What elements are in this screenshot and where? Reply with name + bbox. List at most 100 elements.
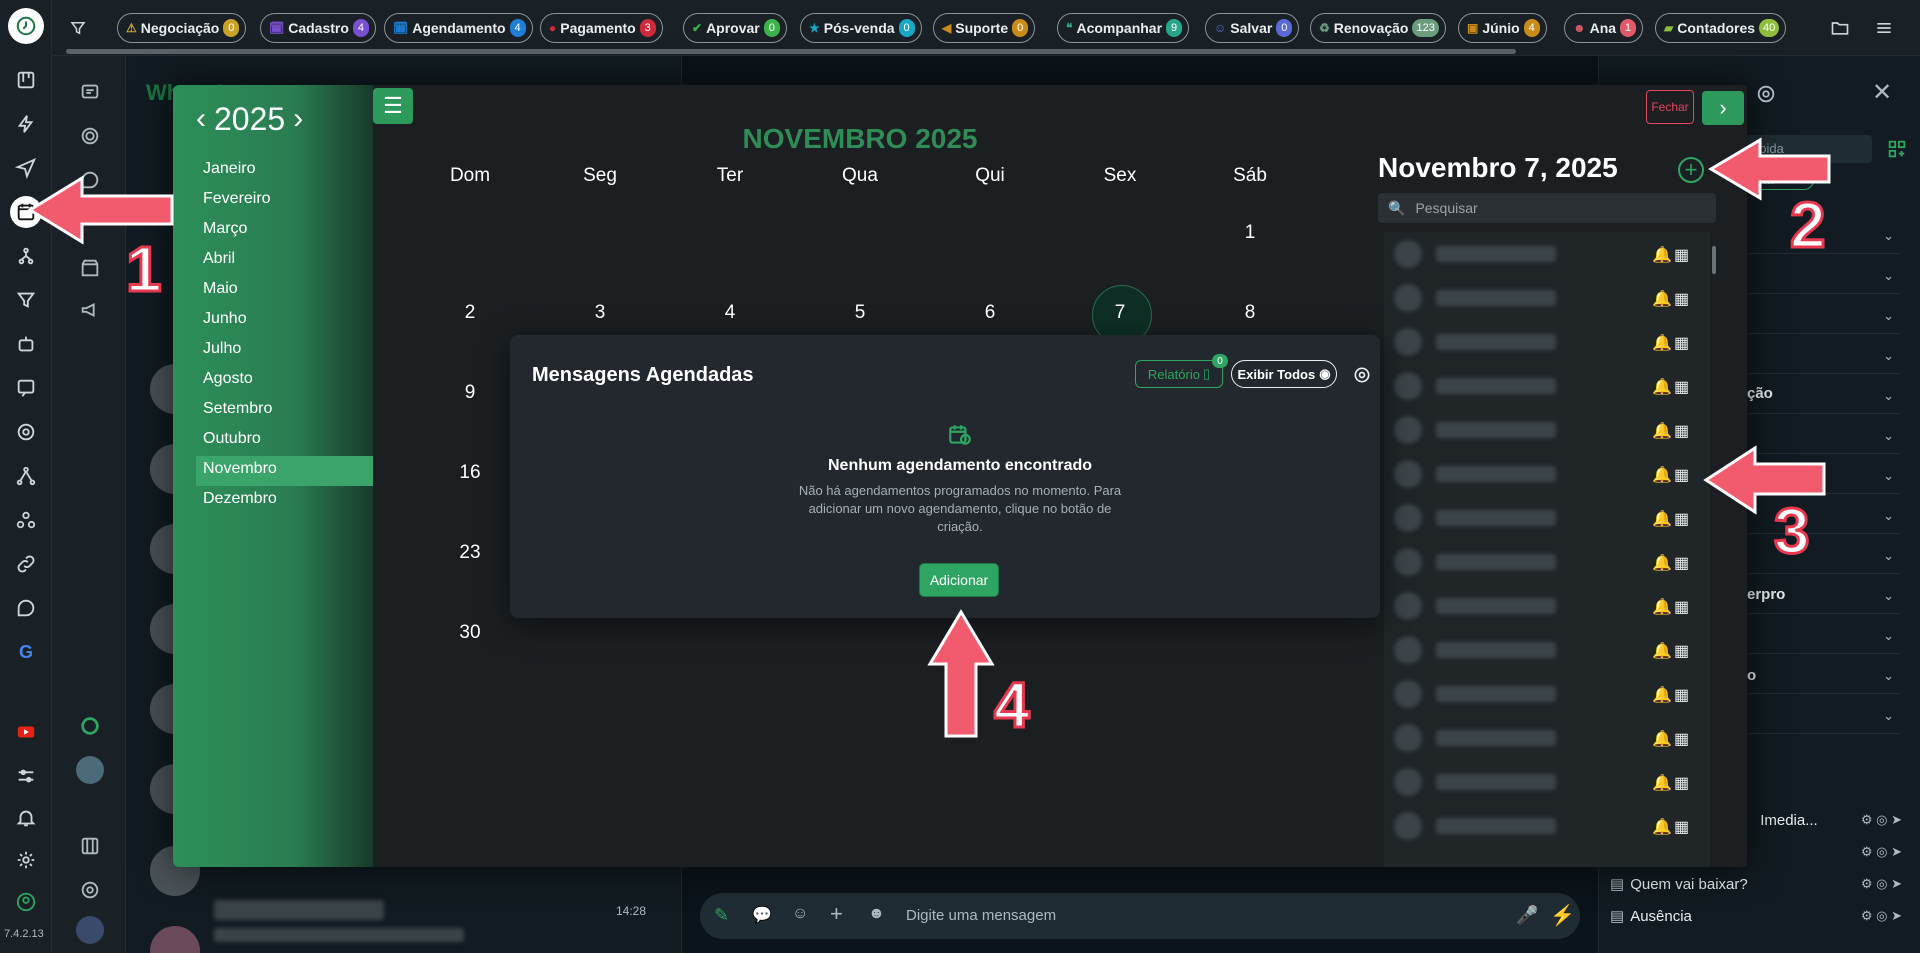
bell-icon[interactable]: 🔔 [1652,597,1672,617]
calendar-day[interactable]: 3 [570,302,630,324]
calendar-icon[interactable]: ▦ [1674,333,1689,353]
bell-icon[interactable]: 🔔 [1652,333,1672,353]
bell-icon[interactable]: 🔔 [1652,421,1672,441]
filter-icon[interactable] [66,14,90,42]
quick-reply-item[interactable]: ▤ Ausência ⚙ ◎ ➤ [1610,902,1910,930]
message-icon[interactable] [10,372,42,404]
webhook-icon[interactable] [10,504,42,536]
calendar-icon[interactable]: ▦ [1674,509,1689,529]
bell-icon[interactable]: 🔔 [1652,377,1672,397]
month-item[interactable]: Janeiro [203,160,255,178]
chevron-down-icon[interactable]: ⌄ [1883,268,1894,284]
chevron-down-icon[interactable]: ⌄ [1883,468,1894,484]
chevron-down-icon[interactable]: ⌄ [1883,228,1894,244]
contact-icon[interactable]: ☺ [792,905,808,923]
tag-5[interactable]: ★ Pós-venda 0 [800,13,922,43]
calendar-day[interactable]: 4 [700,302,760,324]
list-item[interactable]: 🔔 ▦ [1384,628,1710,672]
calendar-day[interactable]: 2 [440,302,500,324]
tag-12[interactable]: ▰ Contadores 40 [1655,13,1787,43]
chat-search-icon[interactable] [10,592,42,624]
settings-icon[interactable] [76,876,104,904]
calendar-day[interactable]: 16 [440,462,500,484]
tag-0[interactable]: ⚠ Negociação 0 [117,13,247,43]
add-button[interactable]: Adicionar [920,564,998,596]
close-button[interactable]: Fechar [1646,90,1694,124]
calendar-icon[interactable]: ▦ [1674,421,1689,441]
tag-10[interactable]: ▣ Júnio 4 [1458,13,1547,43]
profile-avatar[interactable] [76,916,104,944]
calendar-icon[interactable]: ▦ [1674,553,1689,573]
sticker-icon[interactable]: ☻ [868,905,885,923]
tag-1[interactable]: 🗓 Cadastro 4 [260,13,376,43]
list-item[interactable]: 🔔 ▦ [1384,364,1710,408]
calendar-icon[interactable]: ▦ [1674,377,1689,397]
sliders-icon[interactable] [10,760,42,792]
google-icon[interactable]: G [10,636,42,668]
action-icons[interactable]: ⚙ ◎ ➤ [1861,844,1902,860]
calendar-day[interactable]: 9 [440,382,500,404]
list-item[interactable]: 🔔 ▦ [1384,804,1710,848]
tag-7[interactable]: ❝ Acompanhar 9 [1057,13,1190,43]
tag-scrollbar[interactable] [66,49,1516,54]
chevron-down-icon[interactable]: ⌄ [1883,708,1894,724]
youtube-icon[interactable] [10,716,42,748]
bell-icon[interactable]: 🔔 [1652,245,1672,265]
list-item[interactable]: 🔔 ▦ [1384,584,1710,628]
calendar-icon[interactable]: ▦ [1674,245,1689,265]
calendar-icon[interactable]: ▦ [1674,685,1689,705]
gear-icon[interactable] [1752,80,1780,108]
calendar-day[interactable]: 8 [1220,302,1280,324]
month-item[interactable]: Agosto [203,370,253,388]
filter-icon[interactable] [10,284,42,316]
tag-11[interactable]: ☻ Ana 1 [1564,13,1644,43]
grid-add-icon[interactable] [1884,136,1910,162]
action-icons[interactable]: ⚙ ◎ ➤ [1861,908,1902,924]
list-item[interactable]: 🔔 ▦ [1384,232,1710,276]
chevron-down-icon[interactable]: ⌄ [1883,348,1894,364]
bell-icon[interactable] [10,802,42,834]
bell-icon[interactable]: 🔔 [1652,641,1672,661]
chevron-down-icon[interactable]: ⌄ [1883,628,1894,644]
show-all-button[interactable]: Exibir Todos ◉ [1231,360,1337,388]
chevron-down-icon[interactable]: ⌄ [1883,388,1894,404]
month-item[interactable]: Outubro [203,430,261,448]
tag-2[interactable]: 🗓 Agendamento 4 [384,13,533,43]
month-item[interactable]: Setembro [203,400,272,418]
month-item[interactable]: Fevereiro [203,190,271,208]
tag-9[interactable]: ♻ Renovação 123 [1310,13,1446,43]
close-icon[interactable]: ✕ [1868,78,1896,106]
edit-icon[interactable]: ✎ [714,905,729,926]
action-icons[interactable]: ⚙ ◎ ➤ [1861,812,1902,828]
bell-icon[interactable]: 🔔 [1652,509,1672,529]
tag-8[interactable]: ☺ Salvar 0 [1205,13,1300,43]
plus-icon[interactable]: + [830,901,843,927]
list-item[interactable]: 🔔 ▦ [1384,540,1710,584]
network-icon[interactable] [10,460,42,492]
calendar-icon[interactable]: ▦ [1674,729,1689,749]
kanban-icon[interactable] [10,64,42,96]
list-item[interactable]: 🔔 ▦ [1384,408,1710,452]
chevron-down-icon[interactable]: ⌄ [1883,548,1894,564]
megaphone-icon[interactable] [76,296,104,324]
list-item[interactable]: 🔔 ▦ [1384,672,1710,716]
bell-icon[interactable]: 🔔 [1652,729,1672,749]
calendar-icon[interactable]: ▦ [1674,817,1689,837]
month-item[interactable]: Novembro [203,460,277,478]
message-composer[interactable]: ✎ 💬 ☺ + ☻ Digite uma mensagem 🎤 ⚡ [700,893,1580,939]
bot-icon[interactable] [10,328,42,360]
chevron-down-icon[interactable]: ⌄ [1883,668,1894,684]
chevron-down-icon[interactable]: ⌄ [1883,508,1894,524]
month-item[interactable]: Junho [203,310,247,328]
bell-icon[interactable]: 🔔 [1652,773,1672,793]
calendar-icon[interactable]: ▦ [1674,289,1689,309]
month-item[interactable]: Maio [203,280,238,298]
status-icon[interactable] [76,122,104,150]
avatar[interactable] [150,926,200,953]
lightning-icon[interactable] [10,108,42,140]
calendar-day[interactable]: 23 [440,542,500,564]
bell-icon[interactable]: 🔔 [1652,817,1672,837]
list-item[interactable]: 🔔 ▦ [1384,716,1710,760]
chat-icon[interactable]: 💬 [752,905,772,925]
calendar-day[interactable]: 5 [830,302,890,324]
